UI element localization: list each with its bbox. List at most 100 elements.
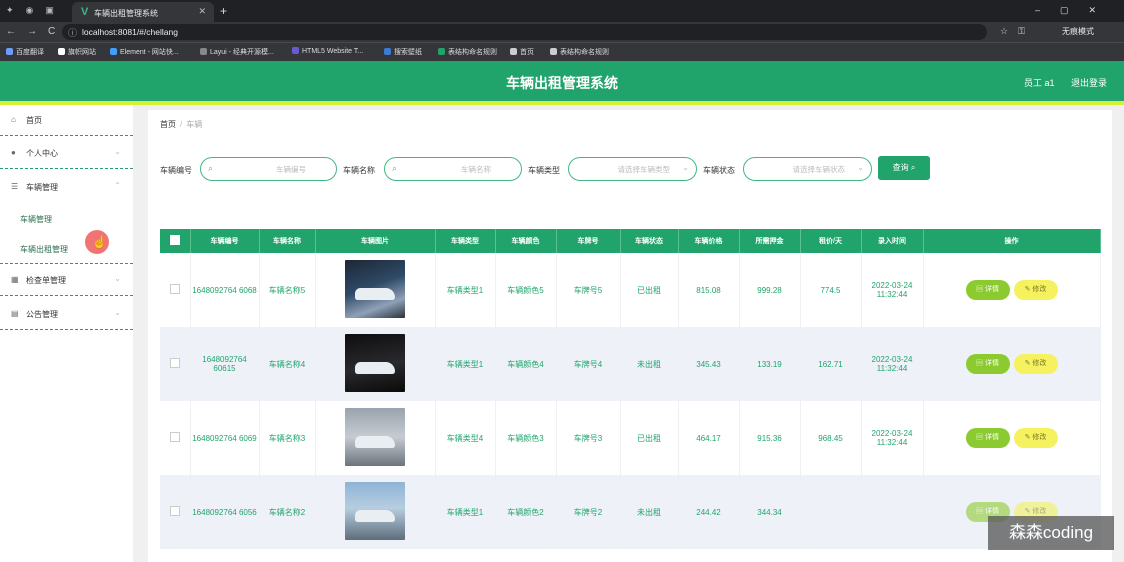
edit-button[interactable]: ✎ 修改	[1013, 280, 1058, 300]
address-bar-row: ←→C ⓘ localhost:8081/#/chellang ☆⚿ 无痕模式	[0, 22, 1124, 42]
cell-vehicle-name: 车辆名称5	[259, 253, 316, 327]
edit-button[interactable]: ✎ 修改	[1013, 354, 1058, 374]
column-header[interactable]: 车牌号	[556, 229, 621, 253]
vehicle-name-input[interactable]: ⌕ 车辆名称	[384, 157, 522, 181]
detail-label: 详情	[984, 360, 999, 367]
bookmark-item[interactable]: Element - 网站快...	[110, 47, 179, 57]
detail-button[interactable]: ▤ 详情	[965, 354, 1010, 374]
edit-label: 修改	[1032, 286, 1047, 293]
row-checkbox[interactable]	[169, 506, 180, 516]
column-header[interactable]: 录入时间	[861, 229, 924, 253]
sidebar-item-personal-center[interactable]: ● 个人中心 ⌄	[0, 138, 133, 169]
bookmark-item[interactable]: 搜索壁纸	[384, 47, 422, 57]
app-header: 车辆出租管理系统 员工 a1 退出登录	[0, 61, 1124, 105]
browser-tab-strip: ✦◉▣ V 车辆出租管理系统 ✕ + –▢✕	[0, 0, 1124, 22]
new-tab-button[interactable]: +	[220, 4, 227, 18]
cell-status: 未出租	[620, 327, 679, 401]
logout-button[interactable]: 退出登录	[1071, 76, 1107, 89]
column-header[interactable]: 所需押金	[739, 229, 801, 253]
column-header[interactable]: 车辆价格	[678, 229, 740, 253]
profile-label[interactable]: 无痕模式	[1062, 26, 1094, 37]
cell-actions: ▤ 详情 ✎ 修改	[923, 327, 1101, 401]
column-header[interactable]: 租价/天	[800, 229, 862, 253]
bookmark-item[interactable]: 首页	[510, 47, 534, 57]
column-header[interactable]: 车辆状态	[620, 229, 679, 253]
hand-cursor-icon: ☝	[92, 235, 107, 249]
detail-button[interactable]: ▤ 详情	[965, 280, 1010, 300]
sidebar-item-home[interactable]: ⌂ 首页	[0, 105, 133, 136]
row-select-cell[interactable]	[160, 253, 191, 327]
detail-label: 详情	[984, 434, 999, 441]
column-header[interactable]: 车辆颜色	[495, 229, 557, 253]
column-header[interactable]: 车辆名称	[259, 229, 316, 253]
breadcrumb: 首页 / 车辆	[160, 119, 202, 130]
chevron-down-icon: ⌄	[857, 163, 864, 172]
cell-time	[861, 475, 924, 549]
bookmark-item[interactable]: HTML5 Website T...	[292, 47, 363, 55]
cell-status: 已出租	[620, 253, 679, 327]
sidebar-item-label: 首页	[26, 116, 42, 125]
browser-left-icons[interactable]: ✦◉▣	[6, 5, 66, 16]
cell-time: 2022-03-24 11:32:44	[861, 253, 924, 327]
bookmark-item[interactable]: 表结构命名规则	[438, 47, 497, 57]
browser-tab[interactable]: V 车辆出租管理系统 ✕	[72, 2, 214, 22]
vehicle-type-select[interactable]: 请选择车辆类型 ⌄	[568, 157, 697, 181]
grid-icon: ▦	[11, 275, 19, 284]
sidebar-item-vehicle-management[interactable]: ☰ 车辆管理 ⌃	[0, 172, 133, 194]
select-all-checkbox[interactable]	[169, 235, 180, 245]
sidebar-item-checklist[interactable]: ▦ 检查单管理 ⌄	[0, 265, 133, 296]
breadcrumb-home[interactable]: 首页	[160, 120, 176, 129]
nav-buttons[interactable]: ←→C	[6, 26, 66, 37]
cursor-highlight: ☝	[85, 230, 109, 254]
info-icon[interactable]: ⓘ	[68, 26, 77, 39]
edit-label: 修改	[1032, 508, 1047, 515]
sidebar-item-label: 个人中心	[26, 149, 58, 158]
search-icon: ⌕	[208, 163, 214, 173]
browser-action-icons[interactable]: ☆⚿	[1000, 26, 1035, 37]
vehicle-status-select[interactable]: 请选择车辆状态 ⌄	[743, 157, 872, 181]
row-select-cell[interactable]	[160, 401, 191, 475]
vehicle-no-input[interactable]: ⌕ 车辆编号	[200, 157, 337, 181]
detail-button[interactable]: ▤ 详情	[965, 428, 1010, 448]
bookmark-item[interactable]: 百度翻译	[6, 47, 44, 57]
cell-vehicle-name: 车辆名称4	[259, 327, 316, 401]
cell-deposit: 133.19	[739, 327, 801, 401]
cell-deposit: 999.28	[739, 253, 801, 327]
cell-vehicle-type: 车辆类型1	[435, 475, 496, 549]
row-checkbox[interactable]	[169, 284, 180, 294]
sidebar-item-notice[interactable]: ▤ 公告管理 ⌄	[0, 299, 133, 330]
vue-logo-icon: V	[81, 6, 89, 18]
bookmark-item[interactable]: Layui - 经典开源模...	[200, 47, 274, 57]
row-checkbox[interactable]	[169, 358, 180, 368]
cell-rent: 162.71	[800, 327, 862, 401]
cell-vehicle-no: 1648092764 60615	[190, 327, 260, 401]
chevron-down-icon: ⌄	[114, 308, 121, 317]
row-select-cell[interactable]	[160, 475, 191, 549]
search-icon: ⌕	[392, 163, 398, 173]
search-button[interactable]: 查询 ⌕	[878, 156, 930, 180]
url-text: localhost:8081/#/chellang	[82, 27, 178, 37]
window-controls[interactable]: –▢✕	[1035, 5, 1116, 16]
cell-time: 2022-03-24 11:32:44	[861, 401, 924, 475]
column-header[interactable]: 车辆图片	[315, 229, 436, 253]
bookmark-item[interactable]: 表结构命名规则	[550, 47, 609, 57]
cell-vehicle-type: 车辆类型1	[435, 327, 496, 401]
row-select-cell[interactable]	[160, 327, 191, 401]
cell-vehicle-no: 1648092764 6056	[190, 475, 260, 549]
cell-price: 345.43	[678, 327, 740, 401]
sidebar-subitem-vehicle[interactable]: 车辆管理	[20, 214, 52, 225]
select-all-header[interactable]	[160, 229, 191, 253]
app-title: 车辆出租管理系统	[506, 75, 618, 91]
column-header[interactable]: 车辆编号	[190, 229, 260, 253]
url-field[interactable]: ⓘ localhost:8081/#/chellang	[62, 24, 987, 40]
column-header[interactable]: 车辆类型	[435, 229, 496, 253]
close-tab-icon[interactable]: ✕	[198, 6, 206, 17]
vehicle-status-placeholder: 请选择车辆状态	[792, 165, 846, 174]
column-header: 操作	[923, 229, 1101, 253]
bookmark-item[interactable]: 旗帜网站	[58, 47, 96, 57]
vehicle-no-label: 车辆编号	[160, 166, 192, 175]
cell-status: 未出租	[620, 475, 679, 549]
menu-icon: ☰	[11, 182, 19, 191]
row-checkbox[interactable]	[169, 432, 180, 442]
edit-button[interactable]: ✎ 修改	[1013, 428, 1058, 448]
